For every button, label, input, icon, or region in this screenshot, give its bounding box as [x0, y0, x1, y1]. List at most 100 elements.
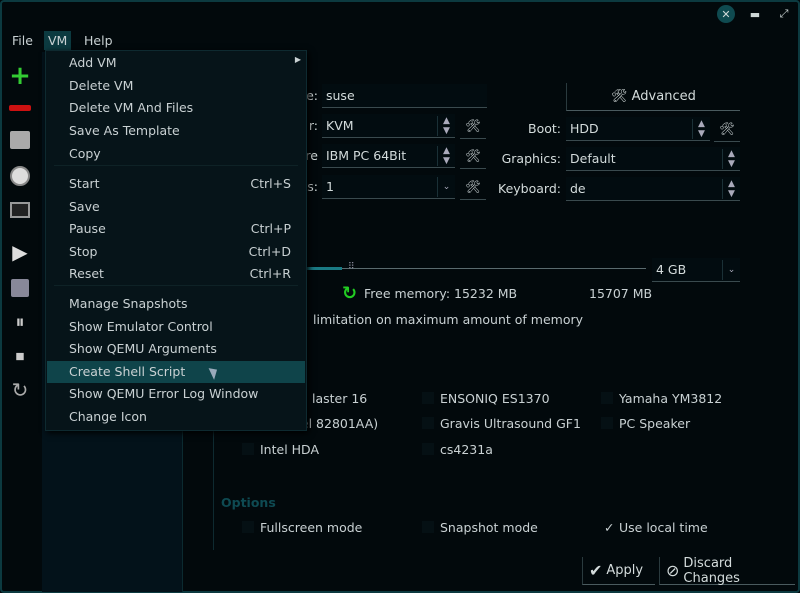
audio-checkbox[interactable]: [242, 443, 254, 455]
menu-item-shortcut: Ctrl+D: [248, 244, 291, 259]
audio-option-label[interactable]: ENSONIQ ES1370: [440, 391, 550, 406]
cancel-icon: ⊘: [666, 561, 680, 580]
add-icon[interactable]: +: [8, 61, 32, 91]
play-icon[interactable]: ▶: [8, 240, 32, 264]
menu-item-save[interactable]: Save: [47, 196, 305, 218]
cpu-value: 1: [326, 179, 334, 194]
emulator-value: KVM: [326, 118, 354, 133]
hard-disk-icon[interactable]: [8, 128, 32, 152]
name-input[interactable]: suse: [322, 84, 487, 108]
audio-option-label[interactable]: Gravis Ultrasound GF1: [440, 416, 581, 431]
menu-item-show-qemu-error-log-window[interactable]: Show QEMU Error Log Window: [47, 383, 305, 405]
menu-item-manage-snapshots[interactable]: Manage Snapshots: [47, 293, 305, 315]
memory-value: 4 GB: [656, 262, 687, 277]
vm-menu: Add VM ▶ Delete VM Delete VM And Files Save …: [45, 50, 307, 431]
menu-file[interactable]: File: [8, 31, 37, 50]
discard-changes-button[interactable]: ⊘ Discard Changes: [659, 555, 795, 586]
chevron-down-icon: ⌄: [437, 177, 455, 197]
snapshot-label[interactable]: Snapshot mode: [440, 520, 538, 535]
close-icon[interactable]: ✕: [717, 5, 735, 23]
graphics-label: Graphics:: [501, 151, 561, 166]
graphics-value: Default: [570, 151, 616, 166]
memory-slider-track[interactable]: [306, 268, 646, 269]
boot-label: Boot:: [528, 121, 561, 136]
memory-limit-checkbox-label[interactable]: limitation on maximum amount of memory: [313, 312, 583, 327]
audio-option-label[interactable]: Intel HDA: [260, 442, 319, 457]
local-time-checkbox[interactable]: ✓: [604, 520, 614, 535]
keyboard-value: de: [570, 181, 586, 196]
discard-label: Discard Changes: [683, 555, 740, 586]
boot-value: HDD: [570, 121, 599, 136]
menu-item-delete-vm-and-files[interactable]: Delete VM And Files: [47, 97, 305, 119]
memory-slider-handle[interactable]: ⠿: [348, 262, 355, 272]
menu-item-label: Show QEMU Arguments: [69, 341, 217, 356]
menu-item-label: Manage Snapshots: [69, 296, 188, 311]
fullscreen-label[interactable]: Fullscreen mode: [260, 520, 362, 535]
maximize-icon[interactable]: ⤢: [775, 5, 793, 23]
minimize-icon[interactable]: ▬: [746, 5, 764, 23]
audio-checkbox[interactable]: [601, 392, 613, 404]
checkmark-icon: ✔: [589, 561, 603, 580]
reset-icon[interactable]: ↻: [8, 378, 32, 402]
clock-icon[interactable]: [8, 164, 32, 188]
spin-arrows-icon: ▲ ▼: [437, 116, 455, 136]
menu-item-delete-vm[interactable]: Delete VM: [47, 75, 305, 97]
audio-checkbox[interactable]: [422, 417, 434, 429]
menu-item-pause[interactable]: Pause Ctrl+P: [47, 218, 305, 240]
max-memory-text: 15707 MB: [589, 286, 653, 301]
save-icon[interactable]: [8, 276, 32, 300]
menu-item-save-as-template[interactable]: Save As Template: [47, 120, 305, 142]
menu-item-copy[interactable]: Copy: [47, 143, 305, 165]
advanced-button[interactable]: 🛠 Advanced: [566, 83, 740, 111]
audio-option-label[interactable]: Yamaha YM3812: [619, 391, 722, 406]
menu-item-create-shell-script[interactable]: Create Shell Script: [47, 361, 305, 383]
refresh-icon[interactable]: ↻: [342, 283, 357, 304]
boot-combo[interactable]: HDD ▲ ▼: [566, 117, 710, 141]
free-memory-text: Free memory: 15232 MB: [364, 286, 518, 301]
menu-item-reset[interactable]: Reset Ctrl+R: [47, 263, 305, 285]
apply-button[interactable]: ✔ Apply: [582, 557, 655, 585]
audio-option-label[interactable]: laster 16: [312, 391, 367, 406]
audio-option-label[interactable]: cs4231a: [440, 442, 493, 457]
menu-item-add-vm[interactable]: Add VM ▶: [47, 52, 305, 74]
remove-icon[interactable]: [8, 96, 32, 120]
menu-vm[interactable]: VM: [44, 31, 72, 50]
graphics-combo[interactable]: Default ▲ ▼: [566, 147, 740, 171]
fullscreen-checkbox[interactable]: [242, 521, 254, 533]
menu-item-shortcut: Ctrl+S: [250, 176, 291, 191]
menu-item-label: Create Shell Script: [69, 364, 186, 379]
spin-arrows-icon: ▲ ▼: [437, 146, 455, 166]
terminal-icon[interactable]: [8, 198, 32, 222]
wrench-icon[interactable]: 🛠: [460, 113, 486, 139]
menu-item-change-icon[interactable]: Change Icon: [47, 406, 305, 428]
menu-help[interactable]: Help: [80, 31, 117, 50]
snapshot-checkbox[interactable]: [422, 521, 434, 533]
pause-icon[interactable]: ⏸: [8, 310, 32, 334]
menu-item-shortcut: Ctrl+P: [250, 221, 291, 236]
menu-item-show-qemu-arguments[interactable]: Show QEMU Arguments: [47, 338, 305, 360]
menu-item-stop[interactable]: Stop Ctrl+D: [47, 241, 305, 263]
menu-item-label: Pause: [69, 221, 106, 236]
audio-checkbox[interactable]: [422, 392, 434, 404]
menu-separator: [54, 165, 298, 166]
menu-item-label: Delete VM: [69, 78, 134, 93]
stop-icon[interactable]: ⏹: [8, 344, 32, 368]
menu-item-label: Reset: [69, 266, 104, 281]
wrench-icon: 🛠: [611, 89, 628, 104]
audio-option-label[interactable]: PC Speaker: [619, 416, 690, 431]
emulator-combo[interactable]: KVM ▲ ▼: [322, 114, 455, 138]
audio-checkbox[interactable]: [601, 417, 613, 429]
options-heading: Options: [221, 495, 276, 510]
memory-combo[interactable]: 4 GB ⌄: [652, 258, 740, 282]
menu-item-start[interactable]: Start Ctrl+S: [47, 173, 305, 195]
audio-option-label[interactable]: tel 82801AA): [296, 416, 378, 431]
keyboard-combo[interactable]: de ▲ ▼: [566, 177, 740, 201]
menu-item-show-emulator-control[interactable]: Show Emulator Control: [47, 316, 305, 338]
local-time-label[interactable]: Use local time: [619, 520, 708, 535]
audio-checkbox[interactable]: [422, 443, 434, 455]
machine-combo[interactable]: IBM PC 64Bit ▲ ▼: [322, 144, 455, 168]
cpu-combo[interactable]: 1 ⌄: [322, 175, 455, 199]
menu-item-label: Stop: [69, 244, 98, 259]
wrench-icon[interactable]: 🛠: [714, 116, 740, 142]
menu-item-label: Save: [69, 199, 100, 214]
